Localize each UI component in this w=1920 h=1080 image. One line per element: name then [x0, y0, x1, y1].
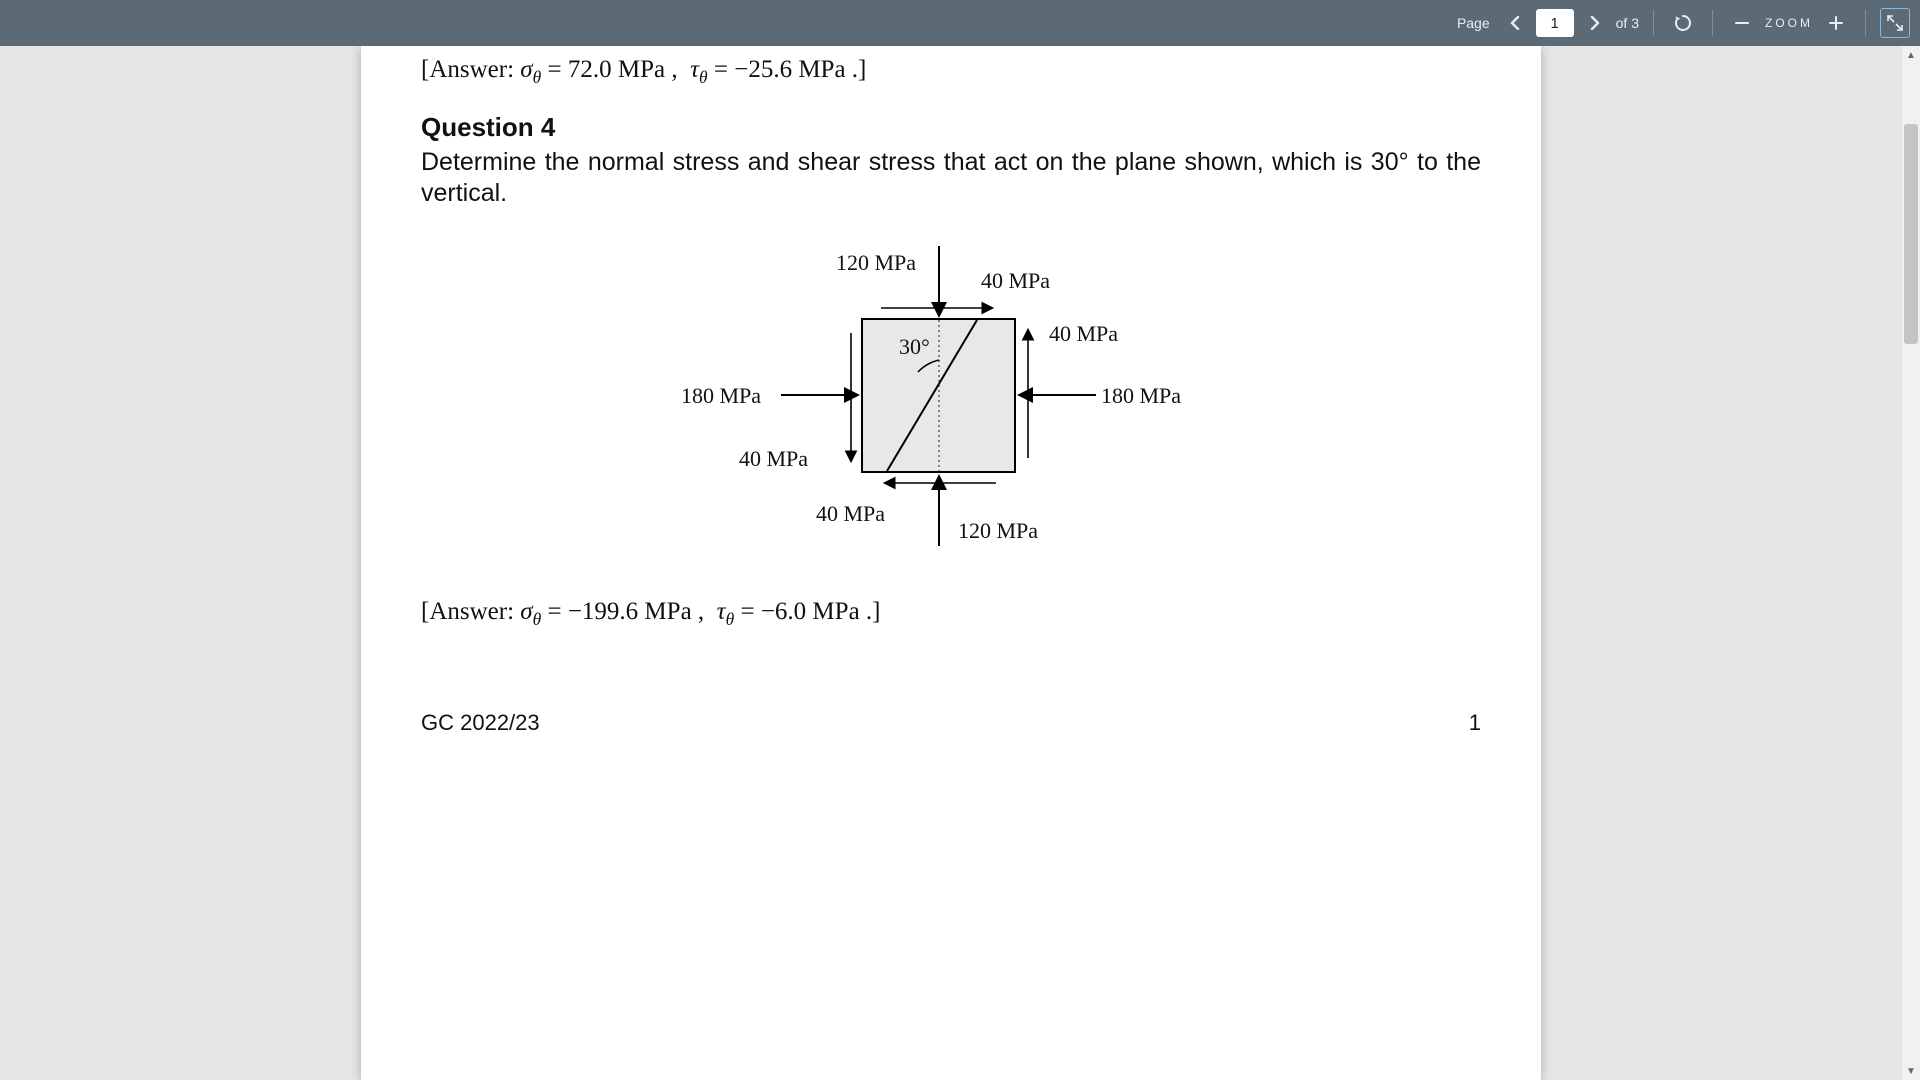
rotate-button[interactable] — [1668, 8, 1698, 38]
scroll-thumb[interactable] — [1904, 124, 1918, 344]
angle-label: 30° — [899, 334, 930, 360]
prev-page-button[interactable] — [1502, 10, 1528, 36]
fullscreen-icon — [1887, 15, 1903, 31]
minus-icon — [1734, 15, 1750, 31]
document-viewport[interactable]: [Answer: σθ = 72.0 MPa , τθ = −25.6 MPa … — [0, 46, 1902, 1080]
question-title: Question 4 — [421, 112, 1481, 143]
shear-right: 40 MPa — [1049, 321, 1118, 347]
page-count-label: of 3 — [1616, 15, 1639, 31]
caret-down-icon: ▼ — [1906, 1066, 1916, 1077]
next-page-button[interactable] — [1582, 10, 1608, 36]
caret-up-icon: ▲ — [1906, 50, 1916, 61]
shear-bottom-left: 40 MPa — [816, 501, 885, 527]
vertical-scrollbar[interactable]: ▲ ▼ — [1902, 46, 1920, 1080]
load-left: 180 MPa — [681, 383, 761, 409]
footer-right: 1 — [1469, 710, 1481, 736]
page-number-input[interactable] — [1536, 9, 1574, 37]
fullscreen-button[interactable] — [1880, 8, 1910, 38]
pdf-toolbar: Page of 3 ZOOM — [0, 0, 1920, 46]
shear-top-right: 40 MPa — [981, 268, 1050, 294]
chevron-right-icon — [1589, 16, 1601, 30]
previous-answer-line: [Answer: σθ = 72.0 MPa , τθ = −25.6 MPa … — [421, 56, 1481, 88]
load-top: 120 MPa — [836, 250, 916, 276]
zoom-out-button[interactable] — [1727, 8, 1757, 38]
page-label: Page — [1457, 15, 1490, 31]
answer-line: [Answer: σθ = −199.6 MPa , τθ = −6.0 MPa… — [421, 598, 1481, 630]
scroll-track[interactable] — [1902, 64, 1920, 1062]
zoom-label: ZOOM — [1765, 16, 1813, 30]
chevron-left-icon — [1509, 16, 1521, 30]
shear-left: 40 MPa — [739, 446, 808, 472]
toolbar-divider — [1865, 10, 1866, 36]
toolbar-divider — [1712, 10, 1713, 36]
plus-icon — [1828, 15, 1844, 31]
scroll-down-button[interactable]: ▼ — [1902, 1062, 1920, 1080]
load-right: 180 MPa — [1101, 383, 1181, 409]
page-footer: GC 2022/23 1 — [421, 710, 1481, 736]
question-text: Determine the normal stress and shear st… — [421, 147, 1481, 210]
scroll-up-button[interactable]: ▲ — [1902, 46, 1920, 64]
toolbar-divider — [1653, 10, 1654, 36]
zoom-in-button[interactable] — [1821, 8, 1851, 38]
rotate-icon — [1673, 13, 1693, 33]
stress-element-figure: 30° 120 MPa 120 MPa 180 MPa 180 MPa 40 M… — [651, 228, 1251, 548]
footer-left: GC 2022/23 — [421, 710, 540, 736]
load-bottom: 120 MPa — [958, 518, 1038, 544]
pdf-page: [Answer: σθ = 72.0 MPa , τθ = −25.6 MPa … — [361, 46, 1541, 1080]
stress-square — [861, 318, 1016, 473]
